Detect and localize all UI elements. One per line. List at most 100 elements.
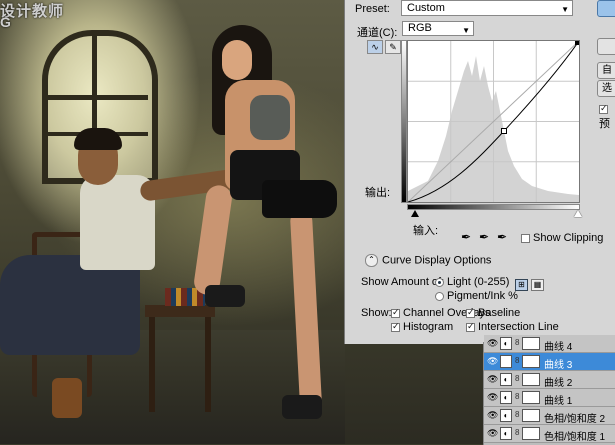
curve-point bbox=[501, 128, 507, 134]
preset-value: Custom bbox=[407, 2, 445, 14]
baseline-label: Baseline bbox=[478, 307, 521, 319]
woman-heel-raised bbox=[205, 285, 245, 307]
window-transom bbox=[44, 95, 148, 100]
pigment-option[interactable]: Pigment/Ink % bbox=[435, 290, 518, 302]
layer-name: 曲线 2 bbox=[544, 378, 573, 389]
woman-leg-raised bbox=[192, 183, 234, 297]
light-option-label: Light (0-255) bbox=[447, 276, 510, 288]
man-hair bbox=[74, 128, 122, 150]
woman-tattoo bbox=[250, 95, 290, 140]
options-button[interactable]: 选 bbox=[597, 80, 615, 97]
white-point-slider[interactable] bbox=[574, 210, 582, 217]
intersection-line-option[interactable]: Intersection Line bbox=[466, 321, 559, 333]
layer-name: 曲线 4 bbox=[544, 342, 573, 353]
layer-mask-thumbnail[interactable] bbox=[522, 409, 540, 422]
chevron-down-icon: ▼ bbox=[561, 5, 569, 14]
preset-select[interactable]: Custom ▼ bbox=[401, 0, 573, 16]
collapse-icon[interactable]: ⌃ bbox=[365, 254, 378, 267]
eye-icon[interactable]: 👁 bbox=[487, 374, 498, 385]
light-radio[interactable] bbox=[435, 277, 444, 287]
chevron-down-icon: ▼ bbox=[462, 26, 470, 35]
layer-row[interactable]: 👁 ◐ 8 曲线 2 bbox=[484, 371, 615, 389]
pigment-radio[interactable] bbox=[435, 291, 444, 301]
layer-name: 曲线 1 bbox=[544, 396, 573, 407]
input-label: 输入: bbox=[413, 225, 439, 237]
layer-row[interactable]: 👁 ◐ 8 色相/饱和度 2 bbox=[484, 407, 615, 425]
layer-mask-thumbnail[interactable] bbox=[522, 373, 540, 386]
adjustment-thumbnail-icon[interactable]: ◐ bbox=[500, 355, 512, 368]
light-option[interactable]: Light (0-255) bbox=[435, 276, 509, 288]
layer-row[interactable]: 👁 ◐ 8 曲线 3 bbox=[484, 353, 615, 371]
eye-icon[interactable]: 👁 bbox=[487, 392, 498, 403]
curves-graph[interactable] bbox=[407, 40, 580, 203]
eye-icon[interactable]: 👁 bbox=[487, 338, 498, 349]
detailed-grid-icon[interactable]: ▦ bbox=[531, 279, 544, 291]
layer-mask-thumbnail[interactable] bbox=[522, 427, 540, 440]
simple-grid-icon[interactable]: ⊞ bbox=[515, 279, 528, 291]
curve-endpoint bbox=[575, 41, 579, 45]
layer-row[interactable]: 👁 ◐ 8 色相/饱和度 1 bbox=[484, 425, 615, 443]
layer-mask-thumbnail[interactable] bbox=[522, 355, 540, 368]
man-legs bbox=[0, 255, 140, 355]
output-label: 输出: bbox=[365, 187, 391, 199]
baseline-option[interactable]: Baseline bbox=[466, 307, 520, 319]
histogram-option[interactable]: Histogram bbox=[391, 321, 453, 333]
adjustment-thumbnail-icon[interactable]: ◐ bbox=[500, 337, 512, 350]
adjustment-thumbnail-icon[interactable]: ◐ bbox=[500, 373, 512, 386]
white-eyedropper-icon[interactable]: ✒ bbox=[497, 230, 507, 244]
channel-value: RGB bbox=[408, 22, 432, 34]
layer-row[interactable]: 👁 ◐ 8 曲线 1 bbox=[484, 389, 615, 407]
eye-icon[interactable]: 👁 bbox=[487, 428, 498, 439]
black-eyedropper-icon[interactable]: ✒ bbox=[461, 230, 471, 244]
layer-name: 色相/饱和度 2 bbox=[544, 414, 606, 425]
curves-graph-svg bbox=[407, 40, 580, 203]
histogram-checkbox[interactable] bbox=[391, 321, 400, 332]
cancel-button[interactable] bbox=[597, 38, 615, 55]
show-clipping-option[interactable]: Show Clipping bbox=[521, 232, 603, 244]
woman-heel-standing bbox=[282, 395, 322, 419]
curve-point-tool-icon[interactable]: ∿ bbox=[367, 40, 383, 54]
channel-select[interactable]: RGB ▼ bbox=[402, 21, 474, 36]
link-icon[interactable]: 8 bbox=[515, 356, 519, 365]
preview-checkbox[interactable] bbox=[599, 103, 608, 114]
gray-eyedropper-icon[interactable]: ✒ bbox=[479, 230, 489, 244]
watermark: 设计教师 G bbox=[0, 0, 64, 30]
woman-shorts bbox=[262, 180, 337, 218]
show-amount-label: Show Amount of: bbox=[361, 276, 445, 288]
channel-overlays-checkbox[interactable] bbox=[391, 307, 400, 318]
link-icon[interactable]: 8 bbox=[515, 338, 519, 347]
histogram-label: Histogram bbox=[403, 321, 454, 333]
adjustment-thumbnail-icon[interactable]: ◐ bbox=[500, 409, 512, 422]
show-clipping-label: Show Clipping bbox=[533, 232, 604, 244]
layer-mask-thumbnail[interactable] bbox=[522, 391, 540, 404]
input-gradient-bar bbox=[407, 204, 580, 210]
adjustment-thumbnail-icon[interactable]: ◐ bbox=[500, 427, 512, 440]
baseline-checkbox[interactable] bbox=[466, 307, 475, 318]
eye-icon[interactable]: 👁 bbox=[487, 356, 498, 367]
adjustment-thumbnail-icon[interactable]: ◐ bbox=[500, 391, 512, 404]
layer-name: 曲线 3 bbox=[544, 360, 573, 371]
curve-display-options-toggle[interactable]: ⌃ Curve Display Options bbox=[365, 254, 491, 267]
pigment-option-label: Pigment/Ink % bbox=[447, 290, 518, 302]
black-point-slider[interactable] bbox=[411, 210, 419, 217]
woman-face bbox=[222, 40, 252, 80]
link-icon[interactable]: 8 bbox=[515, 428, 519, 437]
eye-icon[interactable]: 👁 bbox=[487, 410, 498, 421]
curve-display-options-label: Curve Display Options bbox=[382, 254, 492, 267]
channel-label: 通道(C): bbox=[357, 27, 398, 39]
link-icon[interactable]: 8 bbox=[515, 392, 519, 401]
show-clipping-checkbox[interactable] bbox=[521, 233, 530, 243]
auto-button[interactable]: 自 bbox=[597, 62, 615, 79]
layer-mask-thumbnail[interactable] bbox=[522, 337, 540, 350]
layer-name: 色相/饱和度 1 bbox=[544, 432, 606, 443]
preset-label: Preset: bbox=[355, 3, 390, 15]
layer-row[interactable]: 👁 ◐ 8 曲线 4 bbox=[484, 335, 615, 353]
ok-button[interactable] bbox=[597, 0, 615, 17]
preview-label: 预 bbox=[599, 118, 610, 130]
intersection-line-label: Intersection Line bbox=[478, 321, 559, 333]
link-icon[interactable]: 8 bbox=[515, 410, 519, 419]
intersection-line-checkbox[interactable] bbox=[466, 321, 475, 332]
preview-option[interactable]: 预 bbox=[599, 103, 615, 131]
link-icon[interactable]: 8 bbox=[515, 374, 519, 383]
pencil-tool-icon[interactable]: ✎ bbox=[385, 40, 401, 54]
